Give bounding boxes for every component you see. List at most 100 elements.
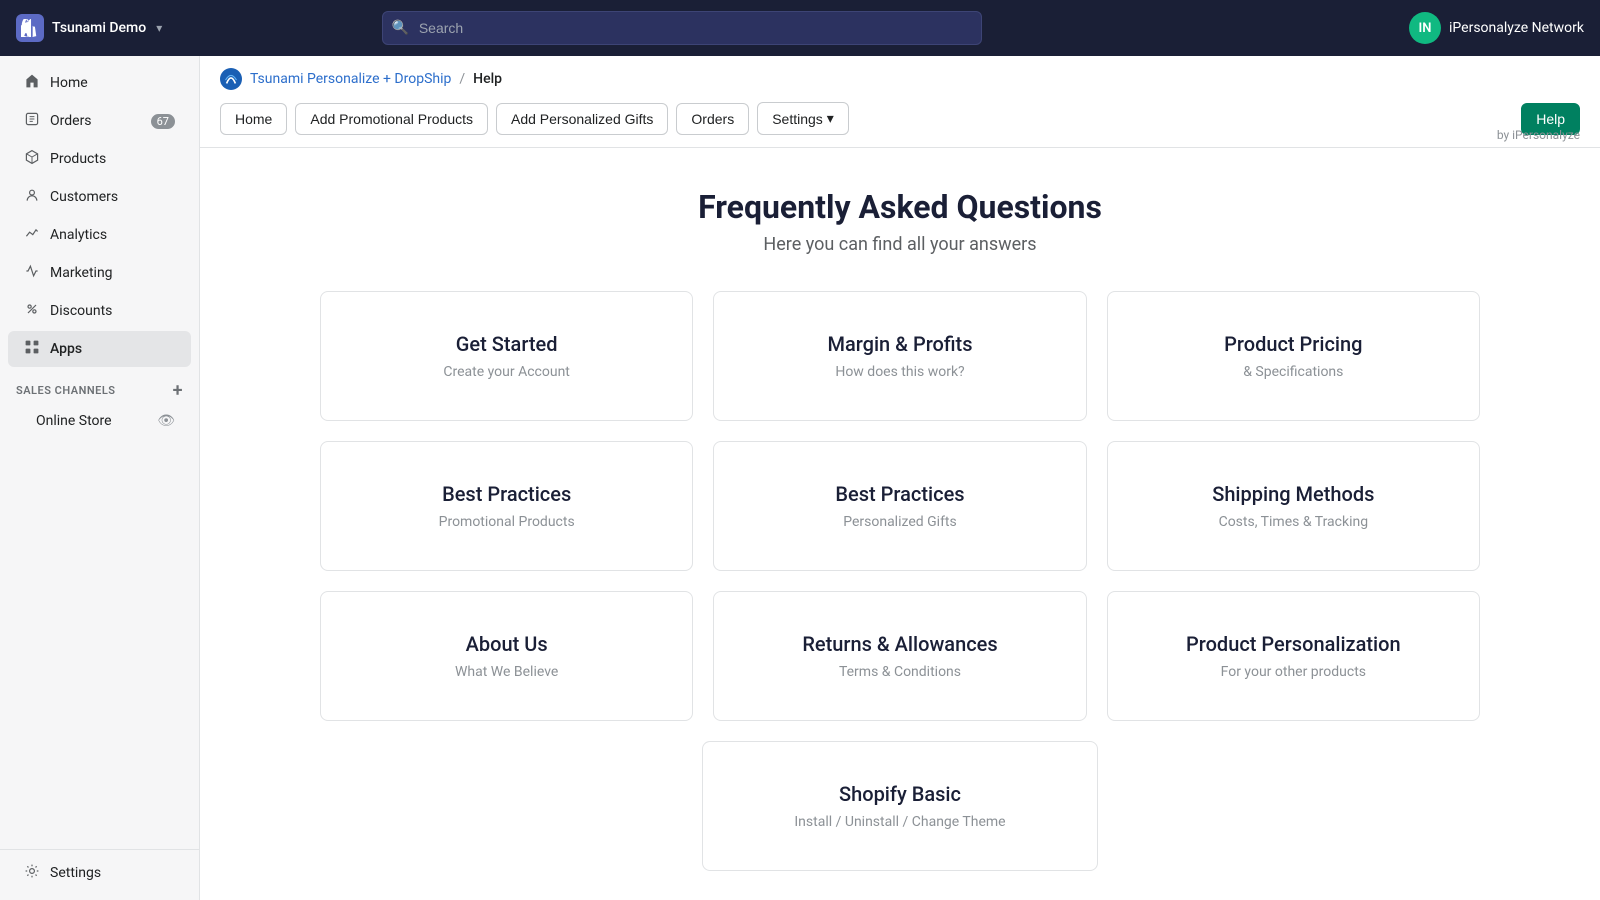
sidebar-item-settings[interactable]: Settings (8, 855, 191, 891)
tab-settings-label: Settings (772, 111, 823, 127)
chevron-down-icon: ▾ (156, 21, 162, 35)
sidebar-label-orders: Orders (50, 113, 92, 129)
user-menu: IN iPersonalyze Network (1409, 12, 1584, 44)
faq-card-best-practices-promo[interactable]: Best Practices Promotional Products (320, 441, 693, 571)
user-name: iPersonalyze Network (1449, 20, 1584, 36)
search-bar: 🔍 (382, 11, 982, 45)
shopify-logo-icon (16, 14, 44, 42)
breadcrumb-separator: / (459, 71, 465, 87)
store-name: Tsunami Demo (52, 20, 146, 36)
sidebar-label-analytics: Analytics (50, 227, 107, 243)
faq-card-subtitle: Promotional Products (341, 514, 672, 530)
faq-card-best-practices-gifts[interactable]: Best Practices Personalized Gifts (713, 441, 1086, 571)
by-label: by iPersonalyze (1497, 128, 1580, 142)
faq-title: Frequently Asked Questions (320, 188, 1480, 226)
tab-home[interactable]: Home (220, 103, 287, 135)
tab-settings[interactable]: Settings ▾ (757, 102, 849, 135)
faq-card-returns[interactable]: Returns & Allowances Terms & Conditions (713, 591, 1086, 721)
faq-card-subtitle: For your other products (1128, 664, 1459, 680)
sidebar-item-products[interactable]: Products (8, 141, 191, 177)
faq-card-title: Best Practices (341, 482, 672, 506)
sidebar-bottom: Settings (0, 849, 199, 892)
faq-card-about-us[interactable]: About Us What We Believe (320, 591, 693, 721)
settings-arrow-icon: ▾ (827, 110, 834, 127)
orders-badge: 67 (151, 114, 175, 129)
sidebar-label-marketing: Marketing (50, 265, 113, 281)
faq-card-title: Returns & Allowances (734, 632, 1065, 656)
sidebar-label-apps: Apps (50, 341, 82, 357)
faq-grid-row1: Get Started Create your Account Margin &… (320, 291, 1480, 421)
customers-icon (24, 187, 40, 207)
tab-add-gifts[interactable]: Add Personalized Gifts (496, 103, 668, 135)
faq-card-title: Product Personalization (1128, 632, 1459, 656)
settings-icon (24, 863, 40, 883)
faq-card-title: Product Pricing (1128, 332, 1459, 356)
search-icon: 🔍 (392, 20, 409, 36)
sidebar-item-orders[interactable]: Orders 67 (8, 103, 191, 139)
sidebar-item-analytics[interactable]: Analytics (8, 217, 191, 253)
eye-icon[interactable]: 👁 (157, 413, 175, 429)
sidebar: Home Orders 67 Products Customers Anal (0, 56, 200, 900)
sidebar-item-online-store[interactable]: Online Store 👁 (8, 406, 191, 436)
faq-card-subtitle: Install / Uninstall / Change Theme (723, 814, 1078, 830)
breadcrumb-app-name[interactable]: Tsunami Personalize + DropShip (250, 71, 451, 87)
marketing-icon (24, 263, 40, 283)
main-content: Tsunami Personalize + DropShip / Help by… (200, 56, 1600, 900)
sales-channels-section: SALES CHANNELS + (0, 368, 199, 405)
avatar-initials: IN (1419, 21, 1432, 36)
sidebar-item-home[interactable]: Home (8, 65, 191, 101)
app-header: Tsunami Personalize + DropShip / Help by… (200, 56, 1600, 148)
faq-card-subtitle: Terms & Conditions (734, 664, 1065, 680)
sidebar-item-marketing[interactable]: Marketing (8, 255, 191, 291)
faq-card-subtitle: How does this work? (734, 364, 1065, 380)
top-nav: Tsunami Demo ▾ 🔍 IN iPersonalyze Network (0, 0, 1600, 56)
faq-card-product-pricing[interactable]: Product Pricing & Specifications (1107, 291, 1480, 421)
apps-icon (24, 339, 40, 359)
sidebar-item-apps[interactable]: Apps (8, 331, 191, 367)
faq-bottom-row: Shopify Basic Install / Uninstall / Chan… (320, 741, 1480, 871)
faq-card-title: Shipping Methods (1128, 482, 1459, 506)
products-icon (24, 149, 40, 169)
breadcrumb: Tsunami Personalize + DropShip / Help (220, 68, 1580, 90)
tab-add-promo[interactable]: Add Promotional Products (295, 103, 488, 135)
sidebar-label-discounts: Discounts (50, 303, 112, 319)
faq-card-subtitle: Create your Account (341, 364, 672, 380)
faq-card-shipping-methods[interactable]: Shipping Methods Costs, Times & Tracking (1107, 441, 1480, 571)
breadcrumb-current: Help (473, 71, 502, 87)
sidebar-item-discounts[interactable]: Discounts (8, 293, 191, 329)
faq-subtitle: Here you can find all your answers (320, 234, 1480, 255)
tab-orders[interactable]: Orders (676, 103, 749, 135)
discounts-icon (24, 301, 40, 321)
faq-card-subtitle: & Specifications (1128, 364, 1459, 380)
home-icon (24, 73, 40, 93)
faq-grid-row3: About Us What We Believe Returns & Allow… (320, 591, 1480, 721)
faq-card-subtitle: Costs, Times & Tracking (1128, 514, 1459, 530)
faq-card-title: Margin & Profits (734, 332, 1065, 356)
orders-icon (24, 111, 40, 131)
faq-card-title: Shopify Basic (723, 782, 1078, 806)
avatar[interactable]: IN (1409, 12, 1441, 44)
sidebar-label-products: Products (50, 151, 106, 167)
faq-card-subtitle: Personalized Gifts (734, 514, 1065, 530)
faq-card-get-started[interactable]: Get Started Create your Account (320, 291, 693, 421)
add-sales-channel-icon[interactable]: + (173, 380, 183, 401)
sidebar-item-customers[interactable]: Customers (8, 179, 191, 215)
faq-card-shopify-basic[interactable]: Shopify Basic Install / Uninstall / Chan… (702, 741, 1099, 871)
faq-card-title: About Us (341, 632, 672, 656)
sidebar-label-customers: Customers (50, 189, 118, 205)
app-logo-icon (220, 68, 242, 90)
faq-card-title: Get Started (341, 332, 672, 356)
store-selector[interactable]: Tsunami Demo ▾ (16, 14, 162, 42)
app-nav-tabs: Home Add Promotional Products Add Person… (220, 102, 1580, 135)
sidebar-label-home: Home (50, 75, 88, 91)
faq-card-product-personalization[interactable]: Product Personalization For your other p… (1107, 591, 1480, 721)
faq-grid-row2: Best Practices Promotional Products Best… (320, 441, 1480, 571)
sales-channels-label: SALES CHANNELS (16, 384, 116, 397)
faq-card-margin-profits[interactable]: Margin & Profits How does this work? (713, 291, 1086, 421)
search-input[interactable] (382, 11, 982, 45)
faq-content: Frequently Asked Questions Here you can … (300, 148, 1500, 900)
sidebar-label-settings: Settings (50, 865, 101, 881)
faq-card-title: Best Practices (734, 482, 1065, 506)
faq-card-subtitle: What We Believe (341, 664, 672, 680)
sidebar-label-online-store: Online Store (36, 413, 112, 429)
